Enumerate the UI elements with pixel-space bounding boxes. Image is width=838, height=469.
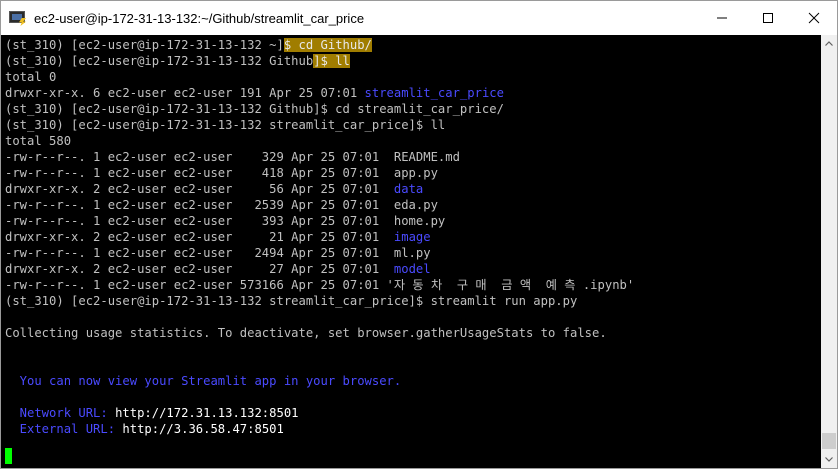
terminal-text-segment: -rw-r--r--. 1 ec2-user ec2-user 573166 A… bbox=[5, 278, 635, 292]
terminal-text-segment: Network URL: bbox=[5, 406, 116, 420]
terminal-text-segment: External URL: bbox=[5, 422, 123, 436]
terminal-line: -rw-r--r--. 1 ec2-user ec2-user 418 Apr … bbox=[5, 165, 634, 181]
terminal-text-segment: data bbox=[393, 182, 424, 196]
terminal-line: (st_310) [ec2-user@ip-172-31-13-132 Gith… bbox=[5, 53, 634, 69]
title-bar[interactable]: ec2-user@ip-172-31-13-132:~/Github/strea… bbox=[1, 1, 837, 35]
terminal-line: -rw-r--r--. 1 ec2-user ec2-user 329 Apr … bbox=[5, 149, 634, 165]
scroll-up-button[interactable] bbox=[821, 35, 837, 52]
terminal-text-segment: -rw-r--r--. 1 ec2-user ec2-user 418 Apr … bbox=[5, 166, 438, 180]
terminal-text-segment: image bbox=[393, 230, 431, 244]
terminal-text-segment: total 0 bbox=[5, 70, 57, 84]
close-icon bbox=[808, 12, 820, 24]
terminal-line: total 580 bbox=[5, 133, 634, 149]
terminal-line: (st_310) [ec2-user@ip-172-31-13-132 Gith… bbox=[5, 101, 634, 117]
terminal-text-segment: drwxr-xr-x. 2 ec2-user ec2-user 56 Apr 2… bbox=[5, 182, 394, 196]
terminal-text-segment: You can now view your Streamlit app in y… bbox=[5, 374, 402, 388]
terminal-text-segment: -rw-r--r--. 1 ec2-user ec2-user 393 Apr … bbox=[5, 214, 446, 228]
putty-app-icon[interactable] bbox=[9, 10, 26, 26]
vertical-scrollbar[interactable] bbox=[821, 35, 837, 468]
terminal-line: (st_310) [ec2-user@ip-172-31-13-132 stre… bbox=[5, 293, 634, 309]
terminal-output[interactable]: (st_310) [ec2-user@ip-172-31-13-132 ~]$ … bbox=[1, 35, 821, 468]
terminal-text-segment: streamlit_car_price bbox=[364, 86, 504, 100]
terminal-text-segment: drwxr-xr-x. 2 ec2-user ec2-user 21 Apr 2… bbox=[5, 230, 394, 244]
terminal-text-segment: ]$ ll bbox=[313, 54, 350, 68]
terminal-line: Network URL: http://172.31.13.132:8501 bbox=[5, 405, 634, 421]
terminal-text-segment: (st_310) [ec2-user@ip-172-31-13-132 stre… bbox=[5, 294, 578, 308]
terminal-text-segment: -rw-r--r--. 1 ec2-user ec2-user 2539 Apr… bbox=[5, 198, 438, 212]
terminal-lines: (st_310) [ec2-user@ip-172-31-13-132 ~]$ … bbox=[5, 37, 634, 437]
terminal-text-segment: drwxr-xr-x. 2 ec2-user ec2-user 27 Apr 2… bbox=[5, 262, 394, 276]
terminal-text-segment: -rw-r--r--. 1 ec2-user ec2-user 329 Apr … bbox=[5, 150, 460, 164]
terminal-line: -rw-r--r--. 1 ec2-user ec2-user 2494 Apr… bbox=[5, 245, 634, 261]
close-button[interactable] bbox=[791, 1, 837, 35]
scroll-down-button[interactable] bbox=[821, 451, 837, 468]
chevron-down-icon bbox=[825, 457, 833, 462]
terminal-line: drwxr-xr-x. 2 ec2-user ec2-user 56 Apr 2… bbox=[5, 181, 634, 197]
scrollbar-thumb[interactable] bbox=[822, 433, 836, 449]
terminal-text-segment: model bbox=[393, 262, 431, 276]
terminal-line: -rw-r--r--. 1 ec2-user ec2-user 2539 Apr… bbox=[5, 197, 634, 213]
terminal-text-segment: (st_310) [ec2-user@ip-172-31-13-132 ~] bbox=[5, 38, 284, 52]
terminal-line: You can now view your Streamlit app in y… bbox=[5, 373, 634, 389]
terminal-line: total 0 bbox=[5, 69, 634, 85]
terminal-text-segment: -rw-r--r--. 1 ec2-user ec2-user 2494 Apr… bbox=[5, 246, 431, 260]
terminal-line: drwxr-xr-x. 2 ec2-user ec2-user 21 Apr 2… bbox=[5, 229, 634, 245]
terminal-line: (st_310) [ec2-user@ip-172-31-13-132 stre… bbox=[5, 117, 634, 133]
minimize-button[interactable] bbox=[699, 1, 745, 35]
terminal-line: drwxr-xr-x. 2 ec2-user ec2-user 27 Apr 2… bbox=[5, 261, 634, 277]
terminal-line: -rw-r--r--. 1 ec2-user ec2-user 573166 A… bbox=[5, 277, 634, 293]
terminal-cursor bbox=[5, 448, 12, 464]
terminal-line: (st_310) [ec2-user@ip-172-31-13-132 ~]$ … bbox=[5, 37, 634, 53]
terminal-text-segment: $ cd Github/ bbox=[283, 38, 372, 52]
maximize-icon bbox=[763, 13, 773, 23]
chevron-up-icon bbox=[825, 41, 833, 46]
terminal-text-segment: (st_310) [ec2-user@ip-172-31-13-132 stre… bbox=[5, 118, 446, 132]
terminal-line: External URL: http://3.36.58.47:8501 bbox=[5, 421, 634, 437]
terminal-text-segment: Collecting usage statistics. To deactiva… bbox=[5, 326, 607, 340]
terminal-text-segment: (st_310) [ec2-user@ip-172-31-13-132 Gith… bbox=[5, 102, 504, 116]
terminal-window: ec2-user@ip-172-31-13-132:~/Github/strea… bbox=[0, 0, 838, 469]
window-title: ec2-user@ip-172-31-13-132:~/Github/strea… bbox=[34, 10, 365, 26]
terminal-text-segment: (st_310) [ec2-user@ip-172-31-13-132 Gith… bbox=[5, 54, 314, 68]
terminal-text-segment: http://3.36.58.47:8501 bbox=[122, 422, 284, 436]
terminal-text-segment: http://172.31.13.132:8501 bbox=[115, 406, 299, 420]
terminal-line: -rw-r--r--. 1 ec2-user ec2-user 393 Apr … bbox=[5, 213, 634, 229]
terminal-text-segment: drwxr-xr-x. 6 ec2-user ec2-user 191 Apr … bbox=[5, 86, 365, 100]
terminal-text-segment: total 580 bbox=[5, 134, 72, 148]
minimize-icon bbox=[717, 17, 727, 19]
terminal-line: drwxr-xr-x. 6 ec2-user ec2-user 191 Apr … bbox=[5, 85, 634, 101]
terminal-line: Collecting usage statistics. To deactiva… bbox=[5, 325, 634, 341]
maximize-button[interactable] bbox=[745, 1, 791, 35]
